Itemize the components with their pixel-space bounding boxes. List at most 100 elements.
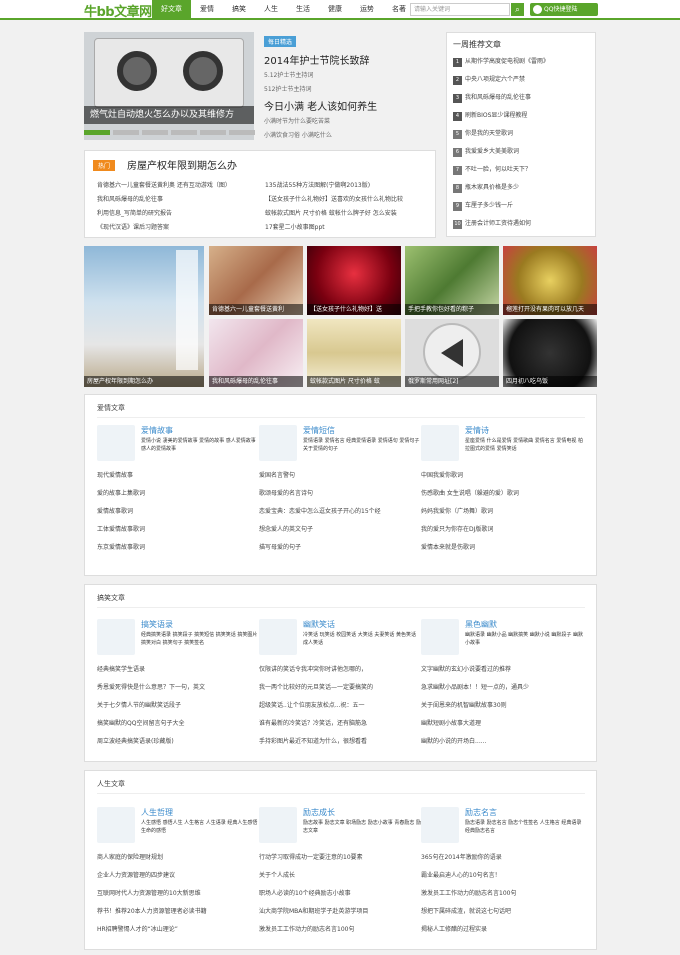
photo-tile[interactable]: 榴莲打开没有果肉可以放几天 (503, 246, 597, 315)
article-link[interactable]: 手持彩图片最近不知道为什么，很想看看 (259, 733, 373, 751)
category-tags[interactable]: 人生感悟 感悟人生 人生格言 人生语录 经典人生感悟 生命的感悟 (141, 819, 259, 835)
article-link[interactable]: 135战法55种方法图解(宁做啊2013版) (265, 179, 403, 193)
article-link[interactable]: 爱国名言警句 (259, 467, 381, 485)
category-tags[interactable]: 幽默语录 幽默小品 幽默搞笑 幽默小说 幽默段子 幽默小故事 (465, 631, 583, 647)
category-tags[interactable]: 冷笑话 玩笑话 校园笑话 大笑话 夫妻笑话 黄色笑话 成人笑话 (303, 631, 421, 647)
article-link[interactable]: 揭秘人工修醋的过程实录 (421, 921, 516, 939)
rank-item[interactable]: 2 中央八项规定六个严禁 (453, 73, 549, 91)
article-link[interactable]: 超级笑话..让个位朋友放松点...祝：五一 (259, 697, 373, 715)
photo-tile[interactable]: 手把手教你包好看的粽子 (405, 246, 499, 315)
photo-caption[interactable]: 房屋产权年限到期怎么办 (84, 376, 204, 387)
article-link[interactable]: 东京爱情故事歌词 (97, 539, 145, 557)
article-link[interactable]: 伤感歌曲 女生说唱（躲避的爱）歌词 (421, 485, 519, 503)
featured-sub[interactable]: 小满时节为什么要吃苦菜 (264, 116, 330, 125)
category-tags[interactable]: 爱情语录 爱情名言 经典爱情语录 爱情语句 爱情句子 关于爱情的句子 (303, 437, 421, 453)
article-link[interactable]: 利用信息_写简单的研究报告 (97, 207, 231, 221)
article-link[interactable]: 17套星二小故事图ppt (265, 221, 403, 235)
article-link[interactable]: 恋爱宝典：恋爱中怎么逗女孩子开心的15个经 (259, 503, 381, 521)
photo-caption[interactable]: 蚊帐款式图片 尺寸价格 蚊 (307, 376, 401, 387)
featured-slider[interactable]: 燃气灶自动熄火怎么办以及其维修方 (84, 32, 254, 140)
nav-item[interactable]: 爱情 (191, 0, 223, 18)
featured-sub[interactable]: 512护士节主持词 (264, 84, 311, 93)
article-link[interactable]: 【送女孩子什么礼物好】送喜欢的女孩什么礼物比较 (265, 193, 403, 207)
article-link[interactable]: 仅限讲的笑话令我冲突你时讲他怎哪的， (259, 661, 373, 679)
slider-dot[interactable] (142, 130, 168, 135)
panda-icon[interactable] (259, 619, 297, 655)
photo-tile[interactable]: 俄罗斯常用网址[2] (405, 319, 499, 387)
rank-item[interactable]: 10 注册会计师工资待遇如何 (453, 217, 549, 235)
article-link[interactable]: 爱情本来就是伤歌词 (421, 539, 519, 557)
slider-dot[interactable] (171, 130, 197, 135)
slider-dot[interactable] (229, 130, 255, 135)
article-link[interactable]: 荐书！推荐20本人力资源管理者必读书籍 (97, 903, 207, 921)
category-title[interactable]: 黑色幽默 (465, 619, 497, 630)
slider-caption[interactable]: 燃气灶自动熄火怎么办以及其维修方 (84, 106, 254, 124)
article-link[interactable]: 职场人必读的10个经典励志小故事 (259, 885, 368, 903)
article-link[interactable]: 妈妈我爱你（广场舞）歌词 (421, 503, 519, 521)
cooking-icon[interactable] (259, 807, 297, 843)
article-link[interactable]: 现代爱情故事 (97, 467, 145, 485)
article-link[interactable]: 文字幽默的玄幻小说要看过的推荐 (421, 661, 529, 679)
nav-item[interactable]: 人生 (255, 0, 287, 18)
rank-item[interactable]: 4 刷新BIOS显少课程教程 (453, 109, 549, 127)
site-logo[interactable]: 牛bb文章网 (84, 1, 152, 20)
article-link[interactable]: 我的爱只为你存在DJ版歌词 (421, 521, 519, 539)
category-tags[interactable]: 经典搞笑语录 搞笑段子 搞笑短信 搞笑笑话 搞笑图片 搞笑对白 搞笑句子 搞笑签… (141, 631, 259, 647)
nav-item[interactable]: 搞笑 (223, 0, 255, 18)
article-link[interactable]: 爱情故事歌词 (97, 503, 145, 521)
category-tags[interactable]: 励志故事 励志文章 职场励志 励志小故事 青春励志 励志文章 (303, 819, 421, 835)
article-link[interactable]: 工体爱情故事歌词 (97, 521, 145, 539)
photo-caption[interactable]: 【送女孩子什么礼物好】送 (307, 304, 401, 315)
rank-item[interactable]: 7 不吐一脸，何以吐天下？ (453, 163, 549, 181)
photo-caption[interactable]: 俄罗斯常用网址[2] (405, 376, 499, 387)
article-link[interactable]: 蚊帐款式图片 尺寸价格 蚊帐什么牌子好 怎么安装 (265, 207, 403, 221)
photo-tile[interactable]: 肯德基六一儿童套餐送黄利 (209, 246, 303, 315)
article-link[interactable]: 急求幽默小品剧本！！短一点的，通具少 (421, 679, 529, 697)
girl-reading-icon[interactable] (421, 425, 459, 461)
category-tags[interactable]: 星座爱情 什么是爱情 爱情歌曲 爱情名言 爱情电视 柏拉图式的爱情 爱情笑话 (465, 437, 583, 453)
rank-item[interactable]: 3 我和风砾爆母的乱伦往事 (453, 91, 549, 109)
article-link[interactable]: 霸业最启迪人心的10句名言！ (421, 867, 516, 885)
slider-dot[interactable] (113, 130, 139, 135)
photo-caption[interactable]: 榴莲打开没有果肉可以放几天 (503, 304, 597, 315)
photo-caption[interactable]: 肯德基六一儿童套餐送黄利 (209, 304, 303, 315)
featured-title[interactable]: 今日小满 老人该如何养生 (264, 98, 377, 113)
photo-caption[interactable]: 四月初八吃乌饭 (503, 376, 597, 387)
cartoon-faces-icon[interactable] (421, 619, 459, 655)
rabbit-icon[interactable] (97, 807, 135, 843)
hearts-icon[interactable] (259, 425, 297, 461)
article-link[interactable]: 经典搞笑学生语录 (97, 661, 205, 679)
article-link[interactable]: 搞笑幽默的QQ空间留言句子大全 (97, 715, 205, 733)
category-title[interactable]: 爱情短信 (303, 425, 335, 436)
featured-sub[interactable]: 小满饮食习俗 小满吃什么 (264, 130, 332, 139)
article-link[interactable]: 歌颂母爱的名言诗句 (259, 485, 381, 503)
article-link[interactable]: 中国我爱你歌词 (421, 467, 519, 485)
category-title[interactable]: 爱情故事 (141, 425, 173, 436)
search-icon[interactable]: ⌕ (511, 3, 524, 16)
rank-item[interactable]: 8 瓶木家具价格是多少 (453, 181, 549, 199)
article-link[interactable]: 互联网时代人力资源管理的10大新思维 (97, 885, 207, 903)
article-link[interactable]: HR招聘警惕人才的“冰山理论” (97, 921, 207, 939)
article-link[interactable]: 爱的故事上集歌词 (97, 485, 145, 503)
slider-dot[interactable] (84, 130, 110, 135)
nav-item[interactable]: 运势 (351, 0, 383, 18)
article-link[interactable]: 激发员工工作动力的励志名言100句 (421, 885, 516, 903)
article-link[interactable]: 汕大商学院MBA和期班学子赴英游学项目 (259, 903, 368, 921)
category-tags[interactable]: 励志语录 励志名言 励志个性签名 人生格言 经典语录 经典励志名言 (465, 819, 583, 835)
dog-icon[interactable] (97, 619, 135, 655)
photo-caption[interactable]: 手把手教你包好看的粽子 (405, 304, 499, 315)
article-link[interactable]: 商人家庭的保险理财规划 (97, 849, 207, 867)
qq-login-button[interactable]: QQ快捷登陆 (530, 3, 598, 16)
photo-tile[interactable]: 我和风砾爆母的乱伦往事 (209, 319, 303, 387)
nav-item[interactable]: 好文章 (152, 0, 191, 18)
photo-caption[interactable]: 我和风砾爆母的乱伦往事 (209, 376, 303, 387)
article-link[interactable]: 关于闺恩来的机智幽默故事30则 (421, 697, 529, 715)
article-link[interactable]: 幽默的小说的开场白...... (421, 733, 529, 751)
article-link[interactable]: 我和风砾爆母的乱伦往事 (97, 193, 231, 207)
photo-tile[interactable]: 【送女孩子什么礼物好】送 (307, 246, 401, 315)
category-title[interactable]: 人生哲理 (141, 807, 173, 818)
category-title[interactable]: 励志成长 (303, 807, 335, 818)
article-link[interactable]: 《现代汉语》课后习题答案 (97, 221, 231, 235)
category-title[interactable]: 搞笑语录 (141, 619, 173, 630)
category-title[interactable]: 爱情诗 (465, 425, 489, 436)
